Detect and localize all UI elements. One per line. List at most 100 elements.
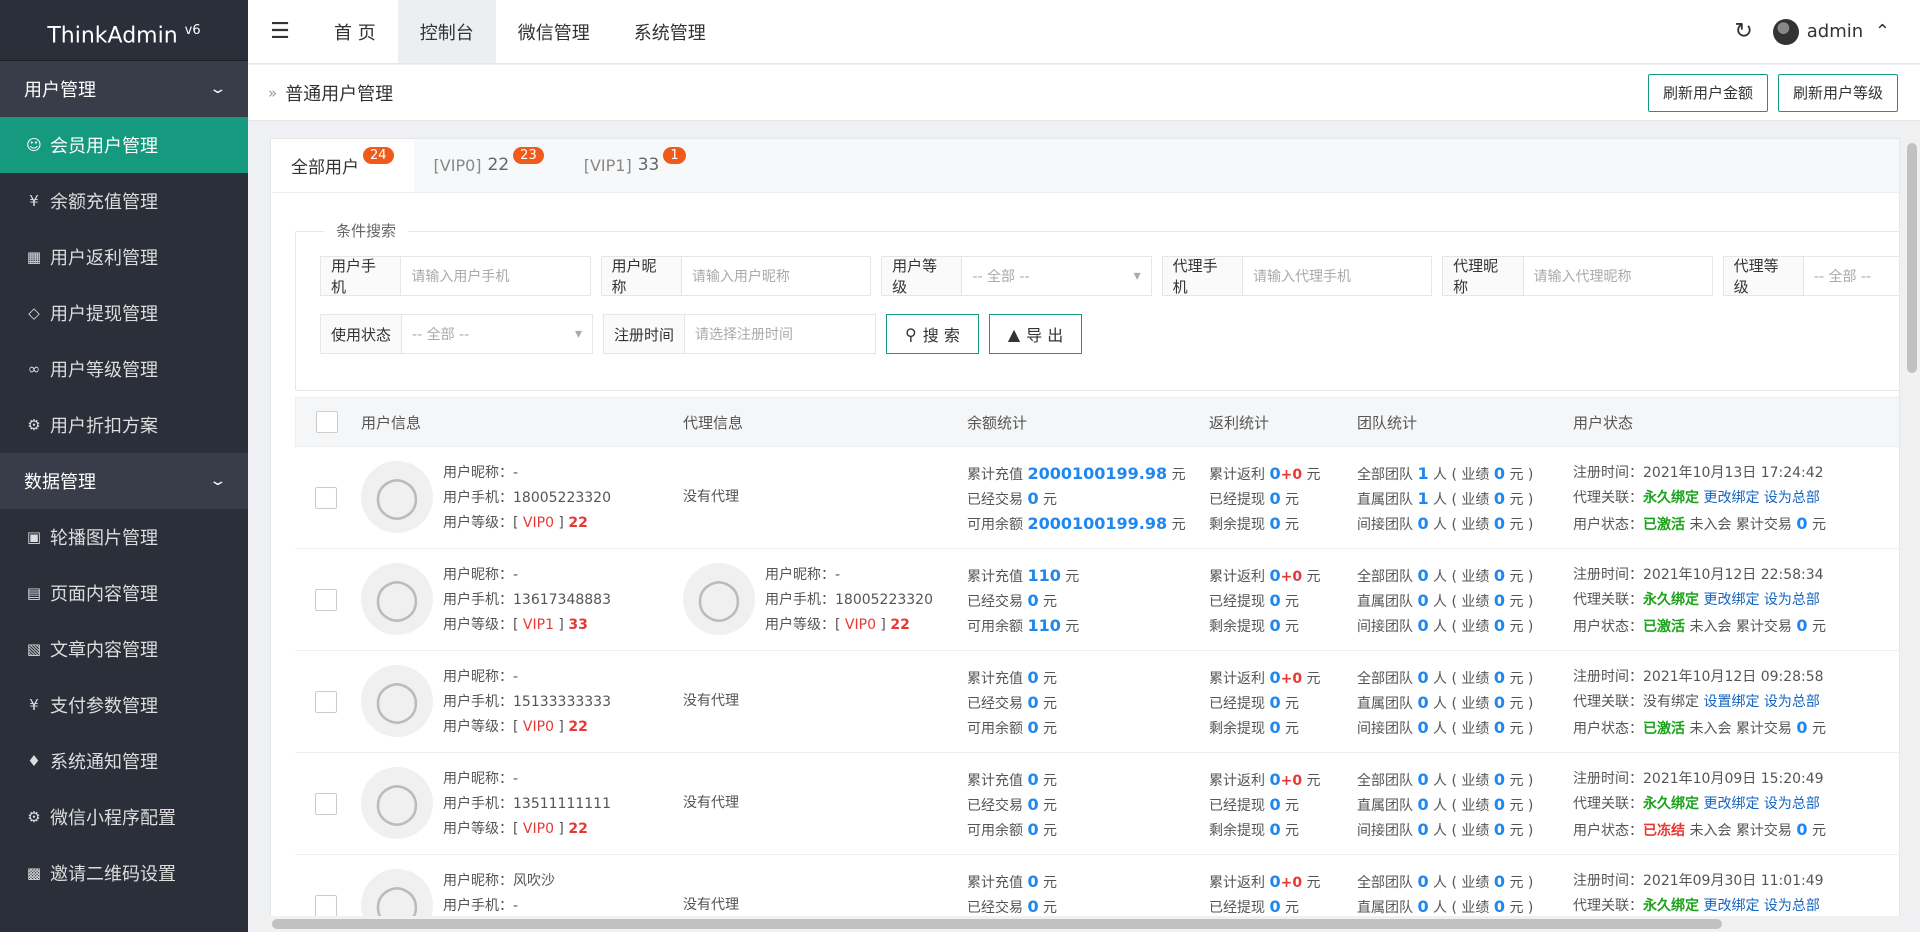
select-all-checkbox[interactable]	[316, 411, 338, 433]
sidebar-item-label: 邀请二维码设置	[50, 864, 176, 885]
table-row: ◯ 用户昵称：- 用户手机：15133333333 用户等级：[ VIP0 ] …	[295, 651, 1899, 753]
agent-nick-input[interactable]: 请输入代理昵称	[1524, 257, 1712, 295]
rebate-stats: 累计返利 0+0 元 已经提现 0 元 剩余提现 0 元	[1209, 668, 1321, 737]
field-user-level: 用户等级 -- 全部 -- ▾	[881, 256, 1152, 296]
set-top-link[interactable]: 设为总部	[1764, 694, 1820, 710]
image-icon: ▣	[26, 528, 42, 546]
search-button[interactable]: ⚲ 搜 索	[886, 314, 979, 354]
bind-action-link[interactable]: 更改绑定	[1703, 490, 1759, 506]
refresh-level-button[interactable]: 刷新用户等级	[1777, 73, 1898, 112]
chevron-up-icon: ⌃	[1874, 20, 1890, 42]
column-header: 用户信息	[361, 413, 422, 432]
app-logo[interactable]: ThinkAdmin v6	[0, 0, 248, 61]
field-label: 代理等级	[1723, 257, 1804, 296]
qrcode-icon: ▩	[26, 864, 42, 882]
user-phone-input[interactable]: 请输入用户手机	[401, 257, 589, 295]
sidebar-item-levels[interactable]: ∞ 用户等级管理	[0, 341, 248, 397]
sidebar: ThinkAdmin v6 用户管理 ⌄ ☺ 会员用户管理 ¥ 余额充值管理 ▦ 用户…	[0, 0, 248, 932]
column-header: 团队统计	[1357, 413, 1418, 432]
scroll-thumb[interactable]	[1907, 143, 1917, 373]
tab-label: 33	[637, 155, 660, 175]
sidebar-item-label: 会员用户管理	[50, 136, 158, 157]
team-stats: 全部团队 1 人 ( 业绩 0 元 ) 直属团队 1 人 ( 业绩 0 元 ) …	[1357, 464, 1534, 533]
table-row: ◯ 用户昵称：- 用户手机：13511111111 用户等级：[ VIP0 ] …	[295, 753, 1899, 855]
sidebar-item-qrcode[interactable]: ▩ 邀请二维码设置	[0, 845, 248, 901]
tab-system[interactable]: 系统管理	[612, 0, 728, 63]
user-nick-input[interactable]: 请输入用户昵称	[682, 257, 870, 295]
sidebar-item-carousel[interactable]: ▣ 轮播图片管理	[0, 509, 248, 565]
sidebar-group-data[interactable]: 数据管理 ⌄	[0, 453, 248, 509]
agent-avatar: ◯	[683, 563, 755, 635]
team-stats: 全部团队 0 人 ( 业绩 0 元 ) 直属团队 0 人 ( 业绩 0 元 ) …	[1357, 770, 1534, 839]
sidebar-item-notify[interactable]: ♦ 系统通知管理	[0, 733, 248, 789]
sidebar-item-withdraw[interactable]: ◇ 用户提现管理	[0, 285, 248, 341]
tab-vip1[interactable]: [VIP1] 33 1	[564, 139, 706, 192]
use-status-select[interactable]: -- 全部 -- ▾	[402, 315, 592, 353]
field-label: 用户手机	[321, 257, 402, 296]
user-status: 注册时间：2021年10月09日 15:20:49 代理关联：永久绑定 更改绑定…	[1573, 771, 1826, 839]
set-top-link[interactable]: 设为总部	[1764, 490, 1820, 506]
bind-action-link[interactable]: 设置绑定	[1703, 694, 1759, 710]
sidebar-item-rebate[interactable]: ▦ 用户返利管理	[0, 229, 248, 285]
agent-phone-input[interactable]: 请输入代理手机	[1243, 257, 1431, 295]
user-menu[interactable]: admin ⌃	[1772, 18, 1890, 45]
bind-action-link[interactable]: 更改绑定	[1703, 592, 1759, 608]
export-icon: ▲	[1007, 324, 1021, 344]
team-stats: 全部团队 0 人 ( 业绩 0 元 ) 直属团队 0 人 ( 业绩 0 元 ) …	[1357, 668, 1534, 737]
tab-home[interactable]: 首 页	[312, 0, 398, 63]
bind-action-link[interactable]: 更改绑定	[1703, 796, 1759, 812]
scroll-thumb[interactable]	[272, 919, 1722, 929]
menu-toggle-icon[interactable]: ☰	[248, 0, 312, 63]
sidebar-item-payment[interactable]: ¥ 支付参数管理	[0, 677, 248, 733]
field-user-nick: 用户昵称 请输入用户昵称	[600, 256, 872, 296]
search-row-2: 使用状态 -- 全部 -- ▾ 注册时间 请选择注册时间 ⚲ 搜 索 ▲ 导 出	[320, 314, 1083, 354]
link-icon: ∞	[27, 360, 41, 378]
rebate-stats: 累计返利 0+0 元 已经提现 0 元 剩余提现 0 元	[1209, 770, 1321, 839]
page-title: 普通用户管理	[285, 83, 394, 105]
set-top-link[interactable]: 设为总部	[1764, 592, 1820, 608]
row-checkbox[interactable]	[315, 792, 337, 815]
sidebar-item-label: 系统通知管理	[50, 752, 158, 773]
article-icon: ▧	[26, 640, 42, 658]
tab-all-users[interactable]: 全部用户 24	[271, 139, 414, 192]
sidebar-group-users[interactable]: 用户管理 ⌄	[0, 61, 248, 117]
export-button[interactable]: ▲ 导 出	[988, 314, 1083, 354]
bind-action-link[interactable]: 更改绑定	[1703, 898, 1759, 914]
rebate-stats: 累计返利 0+0 元 已经提现 0 元	[1209, 872, 1321, 916]
sidebar-item-articles[interactable]: ▧ 文章内容管理	[0, 621, 248, 677]
yen-icon: ¥	[29, 696, 39, 714]
horizontal-scrollbar[interactable]	[256, 916, 1904, 932]
row-checkbox[interactable]	[315, 894, 337, 917]
field-label: 代理昵称	[1443, 257, 1524, 296]
table-row: ◯ 用户昵称：风吹沙 用户手机：- 没有代理 累计充值 0 元 已经交易 0 元…	[295, 855, 1899, 917]
refresh-balance-button[interactable]: 刷新用户金额	[1647, 73, 1768, 112]
count-badge: 1	[663, 146, 686, 164]
vertical-scrollbar[interactable]	[1904, 125, 1920, 915]
rebate-stats: 累计返利 0+0 元 已经提现 0 元 剩余提现 0 元	[1209, 566, 1321, 635]
sidebar-item-pages[interactable]: ▤ 页面内容管理	[0, 565, 248, 621]
field-agent-phone: 代理手机 请输入代理手机	[1161, 256, 1433, 296]
sidebar-item-label: 页面内容管理	[50, 584, 158, 605]
user-avatar: ◯	[361, 767, 433, 839]
agent-level-select[interactable]: -- 全部 --	[1804, 257, 1899, 295]
tab-vip0[interactable]: [VIP0] 22 23	[414, 139, 564, 192]
row-checkbox[interactable]	[315, 588, 337, 611]
sidebar-item-recharge[interactable]: ¥ 余额充值管理	[0, 173, 248, 229]
breadcrumb: » 普通用户管理 刷新用户金额 刷新用户等级	[248, 65, 1920, 121]
sidebar-item-members[interactable]: ☺ 会员用户管理	[0, 117, 248, 173]
field-agent-nick: 代理昵称 请输入代理昵称	[1442, 256, 1713, 296]
row-checkbox[interactable]	[315, 690, 337, 713]
reg-time-input[interactable]: 请选择注册时间	[685, 315, 875, 353]
sidebar-item-discount[interactable]: ⚙ 用户折扣方案	[0, 397, 248, 453]
user-info: 用户昵称：- 用户手机：13511111111 用户等级：[ VIP0 ] 22	[443, 771, 611, 837]
tab-wechat[interactable]: 微信管理	[496, 0, 612, 63]
set-top-link[interactable]: 设为总部	[1764, 898, 1820, 914]
row-checkbox[interactable]	[315, 486, 337, 509]
set-top-link[interactable]: 设为总部	[1764, 796, 1820, 812]
tab-console[interactable]: 控制台	[397, 0, 496, 63]
search-legend: 条件搜索	[324, 220, 409, 241]
sidebar-item-miniprogram[interactable]: ⚙ 微信小程序配置	[0, 789, 248, 845]
sidebar-item-label: 微信小程序配置	[50, 808, 176, 829]
refresh-icon[interactable]: ↻	[1734, 19, 1752, 44]
user-level-select[interactable]: -- 全部 -- ▾	[962, 257, 1150, 295]
